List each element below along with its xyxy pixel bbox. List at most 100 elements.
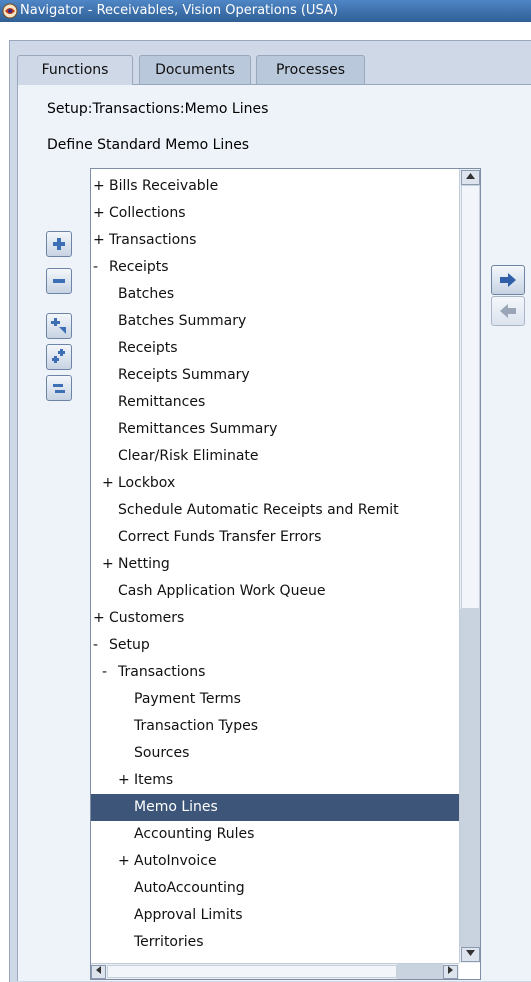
expand-marker[interactable]: +	[93, 227, 109, 254]
tree-item-label: Cash Application Work Queue	[118, 583, 326, 599]
expand-marker[interactable]: +	[93, 200, 109, 227]
tree-item-label: Items	[134, 772, 174, 788]
tree-item[interactable]: Remittances	[91, 389, 459, 416]
tree-item-label: Transactions	[109, 232, 197, 248]
expand-marker[interactable]: +	[93, 173, 109, 200]
chevron-up-icon	[466, 173, 475, 179]
collapse-button[interactable]	[46, 268, 72, 294]
tree-item[interactable]: - Receipts	[91, 254, 459, 281]
tree-item-label: AutoInvoice	[134, 853, 217, 869]
tree-item[interactable]: + Customers	[91, 605, 459, 632]
expand-all-icon	[52, 349, 65, 363]
collapse-all-icon	[53, 384, 65, 393]
tree-item[interactable]: Sources	[91, 740, 459, 767]
remove-from-top-ten-button[interactable]	[491, 296, 525, 326]
tree-item-label: Setup	[109, 637, 150, 653]
tree-item[interactable]: + Bills Receivable	[91, 173, 459, 200]
tree-item[interactable]: Batches	[91, 281, 459, 308]
expand-branch-button[interactable]	[46, 313, 72, 339]
tree-item[interactable]: + Items	[91, 767, 459, 794]
horizontal-scroll-track[interactable]	[397, 964, 443, 979]
minus-icon	[53, 279, 65, 283]
tree-item-label: AutoAccounting	[134, 880, 245, 896]
tree-item-label: Batches	[118, 286, 175, 302]
tree-item-label: Batches Summary	[118, 313, 247, 329]
tree-item[interactable]: + Lockbox	[91, 470, 459, 497]
tree-item-label: Transaction Types	[134, 718, 258, 734]
tree-item-label: Approval Limits	[134, 907, 243, 923]
collapse-marker[interactable]: -	[93, 632, 109, 659]
expand-branch-icon	[51, 318, 66, 334]
tree-item[interactable]: + AutoInvoice	[91, 848, 459, 875]
tree-item-label: Collections	[109, 205, 186, 221]
tree-item-label: Receipts	[118, 340, 178, 356]
tree-item[interactable]: + Collections	[91, 200, 459, 227]
tree-item[interactable]: Schedule Automatic Receipts and Remit	[91, 497, 459, 524]
function-tree[interactable]: + Bills Receivable + Collections + Transactio…	[90, 168, 481, 980]
tree-item[interactable]: Cash Application Work Queue	[91, 578, 459, 605]
tree-item-label: Payment Terms	[134, 691, 241, 707]
plus-icon	[53, 238, 65, 250]
horizontal-scrollbar[interactable]	[91, 963, 459, 979]
collapse-all-button[interactable]	[46, 375, 72, 401]
window-title: Navigator - Receivables, Vision Operatio…	[20, 3, 338, 18]
expand-marker[interactable]: +	[102, 551, 118, 578]
tree-item-label: Netting	[118, 556, 170, 572]
tree-item[interactable]: Accounting Rules	[91, 821, 459, 848]
function-path: Setup:Transactions:Memo Lines	[47, 101, 269, 117]
tab-label: Functions	[41, 62, 109, 78]
tab-processes[interactable]: Processes	[256, 55, 365, 84]
tree-item-label: Clear/Risk Eliminate	[118, 448, 259, 464]
tab-label: Documents	[155, 62, 235, 78]
function-description: Define Standard Memo Lines	[47, 137, 250, 153]
vertical-scrollbar[interactable]	[459, 169, 480, 963]
tree-item[interactable]: Memo Lines	[91, 794, 459, 821]
add-to-top-ten-button[interactable]	[491, 265, 525, 295]
tree-item[interactable]: + Netting	[91, 551, 459, 578]
tree-item[interactable]: - Setup	[91, 632, 459, 659]
expand-marker[interactable]: +	[118, 767, 134, 794]
tree-item[interactable]: Transaction Types	[91, 713, 459, 740]
tab-label: Processes	[275, 62, 345, 78]
scroll-down-button[interactable]	[461, 947, 480, 962]
tab-functions[interactable]: Functions	[17, 55, 133, 85]
tree-item[interactable]: Correct Funds Transfer Errors	[91, 524, 459, 551]
tree-item-label: Correct Funds Transfer Errors	[118, 529, 322, 545]
tree-item[interactable]: Clear/Risk Eliminate	[91, 443, 459, 470]
tab-documents[interactable]: Documents	[139, 55, 251, 84]
tree-item[interactable]: Payment Terms	[91, 686, 459, 713]
expand-button[interactable]	[46, 231, 72, 257]
scroll-up-button[interactable]	[461, 170, 480, 185]
tree-item-label: Transactions	[118, 664, 206, 680]
tree-item[interactable]: AutoAccounting	[91, 875, 459, 902]
scroll-thumb[interactable]	[461, 185, 480, 609]
tree-item-label: Schedule Automatic Receipts and Remit	[118, 502, 399, 518]
tree-item-label: Remittances	[118, 394, 206, 410]
tree-item[interactable]: Territories	[91, 929, 459, 956]
collapse-marker[interactable]: -	[102, 659, 118, 686]
window-titlebar: Navigator - Receivables, Vision Operatio…	[0, 0, 531, 22]
scroll-track[interactable]	[460, 609, 480, 947]
chevron-down-icon	[466, 950, 475, 956]
tree-item[interactable]: + Transactions	[91, 227, 459, 254]
tree-item[interactable]: Batches Summary	[91, 308, 459, 335]
tree-item[interactable]: - Transactions	[91, 659, 459, 686]
tree-item-label: Customers	[109, 610, 185, 626]
tree-item[interactable]: Remittances Summary	[91, 416, 459, 443]
scroll-left-button[interactable]	[91, 965, 106, 979]
expand-marker[interactable]: +	[102, 470, 118, 497]
horizontal-scroll-thumb[interactable]	[107, 965, 397, 978]
tree-item-label: Receipts Summary	[118, 367, 250, 383]
arrow-right-icon	[500, 273, 516, 287]
oracle-swirl-icon	[2, 3, 18, 19]
expand-marker[interactable]: +	[93, 605, 109, 632]
tree-item[interactable]: Approval Limits	[91, 902, 459, 929]
tree-item[interactable]: Receipts Summary	[91, 362, 459, 389]
tree-item-label: Territories	[134, 934, 204, 950]
expand-all-button[interactable]	[46, 344, 72, 370]
tree-item-label: Lockbox	[118, 475, 176, 491]
scroll-right-button[interactable]	[443, 965, 458, 979]
collapse-marker[interactable]: -	[93, 254, 109, 281]
expand-marker[interactable]: +	[118, 848, 134, 875]
tree-item[interactable]: Receipts	[91, 335, 459, 362]
